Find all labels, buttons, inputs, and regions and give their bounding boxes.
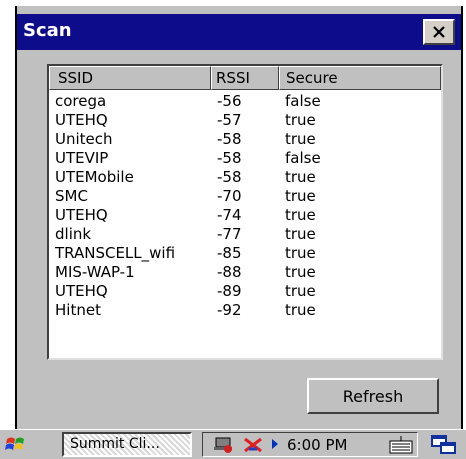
title-bar: Scan [17,14,461,50]
secure-cell: true [285,168,316,186]
rssi-cell: -77 [217,225,242,243]
rssi-cell: -89 [217,282,242,300]
ssid-cell: Hitnet [55,301,101,319]
secure-cell: true [285,263,316,281]
list-header: SSID RSSI Secure [49,66,441,90]
rssi-cell: -70 [217,187,242,205]
secure-cell: true [285,130,316,148]
ssid-cell: UTEHQ [55,111,108,129]
network-icon[interactable] [213,435,235,455]
close-button[interactable] [423,19,455,45]
close-icon [433,26,445,38]
refresh-button[interactable]: Refresh [307,378,439,414]
clock[interactable]: 6:00 PM [287,435,347,455]
tray-arrow-icon [272,439,278,449]
rssi-cell: -58 [217,168,242,186]
column-header-secure[interactable]: Secure [279,66,441,90]
taskbar-summit-client[interactable]: Summit Cli... [62,432,192,457]
secure-cell: true [285,187,316,205]
ssid-cell: UTEHQ [55,206,108,224]
wireless-disconnected-icon[interactable] [241,435,267,455]
ssid-cell: SMC [55,187,88,205]
secure-cell: true [285,225,316,243]
ssid-cell: TRANSCELL_wifi [55,244,176,262]
secure-cell: false [285,92,321,110]
secure-cell: true [285,111,316,129]
switch-windows-icon[interactable] [430,434,458,456]
ssid-cell: corega [55,92,107,110]
column-header-rssi[interactable]: RSSI [211,66,279,90]
ssid-cell: MIS-WAP-1 [55,263,135,281]
scan-results-list[interactable]: SSID RSSI Secure corega -56 false UTEHQ -57 t… [47,64,443,360]
column-header-ssid[interactable]: SSID [49,66,211,90]
system-tray: 6:00 PM [202,432,418,457]
window-title: Scan [23,20,72,41]
secure-cell: true [285,244,316,262]
ssid-cell: UTEHQ [55,282,108,300]
rssi-cell: -58 [217,149,242,167]
rssi-cell: -56 [217,92,242,110]
secure-cell: true [285,282,316,300]
ssid-cell: dlink [55,225,92,243]
secure-cell: false [285,149,321,167]
rssi-cell: -74 [217,206,242,224]
scan-window: Scan SSID RSSI Secure corega -56 false UTEH… [15,6,463,429]
secure-cell: true [285,206,316,224]
taskbar: Summit Cli... 6:00 PM [0,429,466,459]
rssi-cell: -58 [217,130,242,148]
windows-start-icon[interactable] [4,433,30,457]
secure-cell: true [285,301,316,319]
rssi-cell: -88 [217,263,242,281]
rssi-cell: -57 [217,111,242,129]
ssid-cell: Unitech [55,130,113,148]
rssi-cell: -92 [217,301,242,319]
rssi-cell: -85 [217,244,242,262]
ssid-cell: UTEMobile [55,168,134,186]
ssid-cell: UTEVIP [55,149,109,167]
keyboard-icon[interactable] [389,435,413,455]
